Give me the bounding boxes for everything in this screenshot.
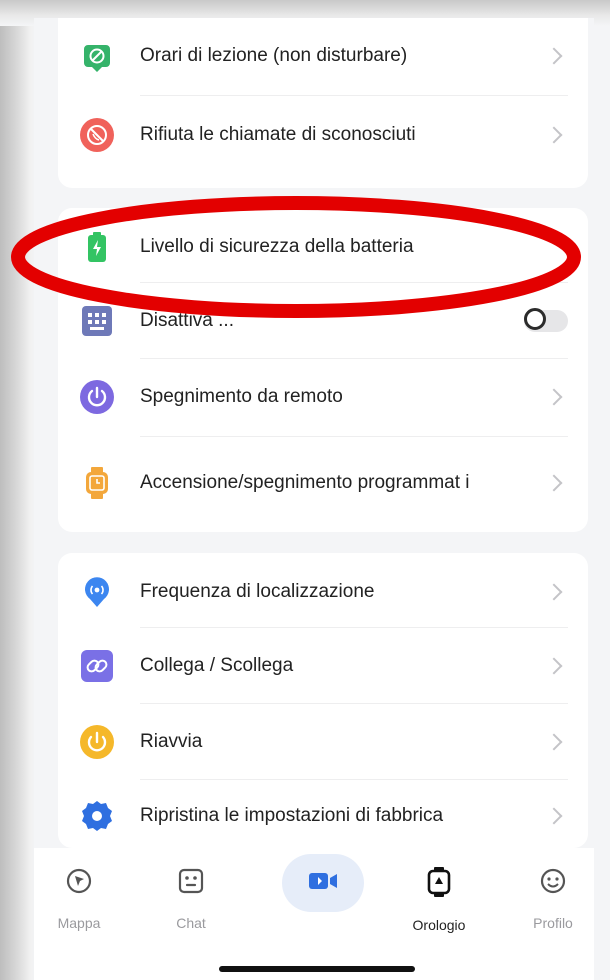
- block-calls-icon: [80, 118, 114, 152]
- chevron-right-icon: [545, 807, 563, 825]
- screen: Orari di lezione (non disturbare) Rifiut…: [34, 18, 594, 980]
- power-icon: [80, 380, 114, 414]
- chevron-right-icon: [545, 583, 563, 601]
- smartwatch-icon: [424, 866, 454, 903]
- restart-icon: [80, 725, 114, 759]
- video-call-button[interactable]: [282, 854, 364, 912]
- settings-row-restart[interactable]: Riavvia: [58, 703, 588, 781]
- tab-label: Chat: [176, 915, 206, 931]
- settings-row-block-unknown-calls[interactable]: Rifiuta le chiamate di sconosciuti: [58, 96, 588, 174]
- settings-row-label: Livello di sicurezza della batteria: [140, 236, 414, 257]
- settings-row-label: Frequenza di localizzazione: [140, 581, 375, 602]
- location-pin-icon: [80, 575, 114, 609]
- video-camera-icon: [305, 868, 341, 899]
- settings-row-label: Ripristina le impostazioni di fabbrica: [140, 805, 444, 826]
- tab-profile[interactable]: Profilo: [508, 866, 594, 931]
- settings-row-battery-safety[interactable]: Livello di sicurezza della batteria: [58, 208, 588, 286]
- settings-row-label: Spegnimento da remoto: [140, 386, 343, 407]
- settings-card-1: Orari di lezione (non disturbare) Rifiut…: [58, 18, 588, 188]
- chevron-right-icon: [545, 733, 563, 751]
- settings-row-label: Riavvia: [140, 731, 203, 752]
- battery-icon: [80, 230, 114, 264]
- compass-icon: [64, 866, 94, 901]
- bottom-tab-bar: Mappa Chat Orologio Profilo: [34, 848, 594, 980]
- settings-row-label: Orari di lezione (non disturbare): [140, 45, 408, 66]
- settings-row-location-frequency[interactable]: Frequenza di localizzazione: [58, 553, 588, 631]
- chevron-right-icon: [545, 474, 563, 492]
- chevron-right-icon: [545, 388, 563, 406]
- settings-row-class-schedule[interactable]: Orari di lezione (non disturbare): [58, 18, 588, 95]
- settings-row-scheduled-power[interactable]: Accensione/spegnimento programmat i: [58, 440, 588, 526]
- chevron-right-icon: [545, 47, 563, 65]
- class-schedule-icon: [80, 39, 114, 73]
- disable-keyboard-toggle[interactable]: [524, 308, 568, 332]
- settings-row-label: Collega / Scollega: [140, 655, 294, 676]
- gear-icon: [80, 799, 114, 833]
- settings-row-label: Accensione/spegnimento programmat i: [140, 472, 470, 493]
- settings-card-3: Frequenza di localizzazione Collega / Sc…: [58, 553, 588, 848]
- watch-timer-icon: [80, 466, 114, 500]
- tab-label: Orologio: [412, 917, 466, 933]
- settings-row-link-unlink[interactable]: Collega / Scollega: [58, 627, 588, 705]
- settings-row-label: Disattiva ...: [140, 310, 234, 331]
- tab-label: Mappa: [57, 915, 101, 931]
- toggle-knob: [524, 308, 546, 330]
- smiley-icon: [538, 866, 568, 901]
- tab-chat[interactable]: Chat: [146, 866, 236, 931]
- tab-map[interactable]: Mappa: [34, 866, 124, 931]
- tab-label: Profilo: [533, 915, 573, 931]
- keyboard-icon: [82, 306, 112, 336]
- settings-card-2: Livello di sicurezza della batteria Disa…: [58, 208, 588, 532]
- tab-watch[interactable]: Orologio: [394, 866, 484, 933]
- settings-row-label: Rifiuta le chiamate di sconosciuti: [140, 124, 416, 145]
- settings-row-factory-reset[interactable]: Ripristina le impostazioni di fabbrica: [58, 777, 588, 855]
- settings-row-disable-keyboard[interactable]: Disattiva ...: [58, 282, 588, 360]
- chevron-right-icon: [545, 657, 563, 675]
- home-indicator: [219, 966, 415, 972]
- link-icon: [81, 650, 113, 682]
- chevron-right-icon: [545, 126, 563, 144]
- chat-face-icon: [176, 866, 206, 901]
- divider: [140, 436, 568, 437]
- settings-row-remote-shutdown[interactable]: Spegnimento da remoto: [58, 358, 588, 436]
